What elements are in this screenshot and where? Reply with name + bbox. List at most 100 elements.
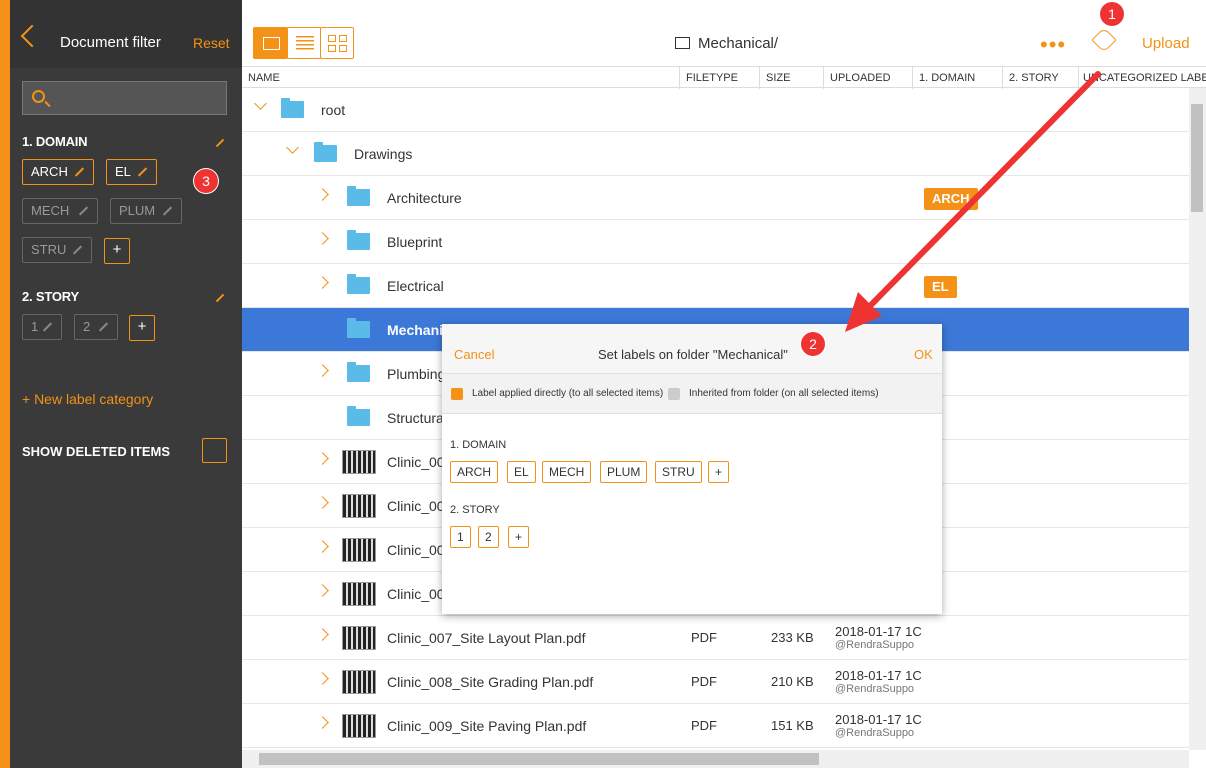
collapse-chevron-icon[interactable]: [286, 141, 299, 154]
row-filetype: PDF: [691, 630, 717, 645]
row-name: Clinic_00: [387, 454, 445, 470]
label-chip-el[interactable]: EL: [106, 159, 157, 185]
expand-chevron-icon[interactable]: [316, 716, 329, 729]
upload-button[interactable]: Upload: [1142, 35, 1190, 52]
breadcrumb-folder-icon: [675, 37, 690, 49]
label-chip-2[interactable]: 2: [74, 314, 118, 340]
vertical-scroll-thumb[interactable]: [1191, 104, 1203, 212]
dialog-chip-2[interactable]: 2: [478, 526, 499, 548]
table-row[interactable]: Drawings: [242, 132, 1189, 176]
col-domain[interactable]: 1. DOMAIN: [913, 67, 1003, 89]
col-story[interactable]: 2. STORY: [1003, 67, 1079, 89]
reset-link[interactable]: Reset: [193, 35, 230, 51]
dialog-add-domain-button[interactable]: +: [708, 461, 730, 483]
callout-badge-1: 1: [1100, 2, 1124, 26]
domain-label-badge: EL: [924, 276, 957, 298]
dialog-chip-stru[interactable]: STRU: [655, 461, 702, 483]
more-options-button[interactable]: •••: [1040, 32, 1066, 58]
expand-chevron-icon[interactable]: [316, 364, 329, 377]
label-chip-plum[interactable]: PLUM: [110, 198, 182, 224]
label-chip-1[interactable]: 1: [22, 314, 62, 340]
expand-chevron-icon[interactable]: [316, 232, 329, 245]
category-story-title: 2. STORY: [22, 289, 79, 304]
dialog-chip-mech[interactable]: MECH: [542, 461, 592, 483]
pencil-icon[interactable]: [137, 167, 148, 177]
dialog-title: Set labels on folder "Mechanical": [598, 347, 788, 362]
table-row[interactable]: Clinic_008_Site Grading Plan.pdf PDF 210…: [242, 660, 1189, 704]
expand-chevron-icon[interactable]: [316, 276, 329, 289]
new-label-category-link[interactable]: + New label category: [22, 391, 153, 407]
col-name[interactable]: NAME: [242, 67, 680, 89]
row-name: Structura: [387, 410, 444, 426]
dialog-chip-plum[interactable]: PLUM: [600, 461, 648, 483]
expand-chevron-icon[interactable]: [316, 496, 329, 509]
row-name: Clinic_00: [387, 498, 445, 514]
expand-chevron-icon[interactable]: [316, 672, 329, 685]
filter-header: Document filter Reset: [10, 0, 242, 68]
col-size[interactable]: SIZE: [760, 67, 824, 89]
add-story-label-button[interactable]: +: [129, 315, 155, 341]
dialog-chip-1[interactable]: 1: [450, 526, 471, 548]
pencil-icon[interactable]: [162, 206, 173, 216]
filter-title: Document filter: [60, 34, 161, 51]
table-row[interactable]: Architecture ARCH: [242, 176, 1189, 220]
vertical-scrollbar[interactable]: [1189, 88, 1206, 750]
dialog-chip-el[interactable]: EL: [507, 461, 536, 483]
row-name: Clinic_007_Site Layout Plan.pdf: [387, 630, 586, 646]
horizontal-scroll-thumb[interactable]: [259, 753, 819, 765]
dialog-chip-arch[interactable]: ARCH: [450, 461, 499, 483]
list-view-button[interactable]: [287, 27, 321, 59]
show-deleted-checkbox[interactable]: [202, 438, 227, 463]
edit-category-icon[interactable]: [215, 138, 225, 148]
col-filetype[interactable]: FILETYPE: [680, 67, 760, 89]
edit-category-icon[interactable]: [215, 293, 225, 303]
collapse-chevron-icon[interactable]: [254, 97, 267, 110]
inherited-swatch: [668, 388, 680, 400]
add-domain-label-button[interactable]: +: [104, 238, 130, 264]
table-row[interactable]: root: [242, 88, 1189, 132]
expand-chevron-icon[interactable]: [316, 452, 329, 465]
pencil-icon[interactable]: [42, 322, 53, 332]
filter-search-input[interactable]: [22, 81, 227, 115]
expand-chevron-icon[interactable]: [316, 188, 329, 201]
table-row[interactable]: Blueprint: [242, 220, 1189, 264]
pencil-icon[interactable]: [78, 206, 89, 216]
folder-icon: [314, 142, 337, 162]
table-row[interactable]: Clinic_007_Site Layout Plan.pdf PDF 233 …: [242, 616, 1189, 660]
file-thumbnail: [342, 714, 376, 738]
folder-view-button[interactable]: [253, 27, 288, 59]
label-chip-stru[interactable]: STRU: [22, 237, 92, 263]
row-size: 151 KB: [771, 718, 814, 733]
row-date: 2018-01-17 1C: [835, 668, 922, 683]
table-row[interactable]: Electrical EL: [242, 264, 1189, 308]
table-header: NAME FILETYPE SIZE UPLOADED 1. DOMAIN 2.…: [242, 66, 1206, 89]
callout-badge-2: 2: [801, 332, 825, 356]
ok-button[interactable]: OK: [914, 347, 933, 362]
back-chevron-icon[interactable]: [20, 24, 44, 48]
label-chip-arch[interactable]: ARCH: [22, 159, 94, 185]
col-uncategorized[interactable]: UNCATEGORIZED LABE: [1079, 67, 1206, 89]
grid-view-button[interactable]: [320, 27, 354, 59]
cancel-button[interactable]: Cancel: [454, 347, 494, 362]
breadcrumb[interactable]: Mechanical/: [698, 35, 778, 52]
table-row[interactable]: Clinic_009_Site Paving Plan.pdf PDF 151 …: [242, 704, 1189, 748]
expand-chevron-icon[interactable]: [316, 540, 329, 553]
label-legend: Label applied directly (to all selected …: [442, 374, 942, 414]
pencil-icon[interactable]: [98, 322, 109, 332]
legend-inherited: Inherited from folder (on all selected i…: [689, 388, 879, 399]
col-uploaded[interactable]: UPLOADED: [824, 67, 913, 89]
dialog-add-story-button[interactable]: +: [508, 526, 530, 548]
pencil-icon[interactable]: [74, 167, 85, 177]
row-date: 2018-01-17 1C: [835, 624, 922, 639]
label-chip-mech[interactable]: MECH: [22, 198, 98, 224]
callout-badge-3: 3: [194, 169, 218, 193]
folder-icon: [347, 362, 370, 382]
pencil-icon[interactable]: [72, 245, 83, 255]
row-uploader: @RendraSuppo: [835, 683, 915, 695]
folder-icon: [347, 318, 370, 338]
tag-icon[interactable]: [1091, 27, 1117, 53]
file-thumbnail: [342, 626, 376, 650]
horizontal-scrollbar[interactable]: [242, 750, 1189, 768]
expand-chevron-icon[interactable]: [316, 628, 329, 641]
expand-chevron-icon[interactable]: [316, 584, 329, 597]
